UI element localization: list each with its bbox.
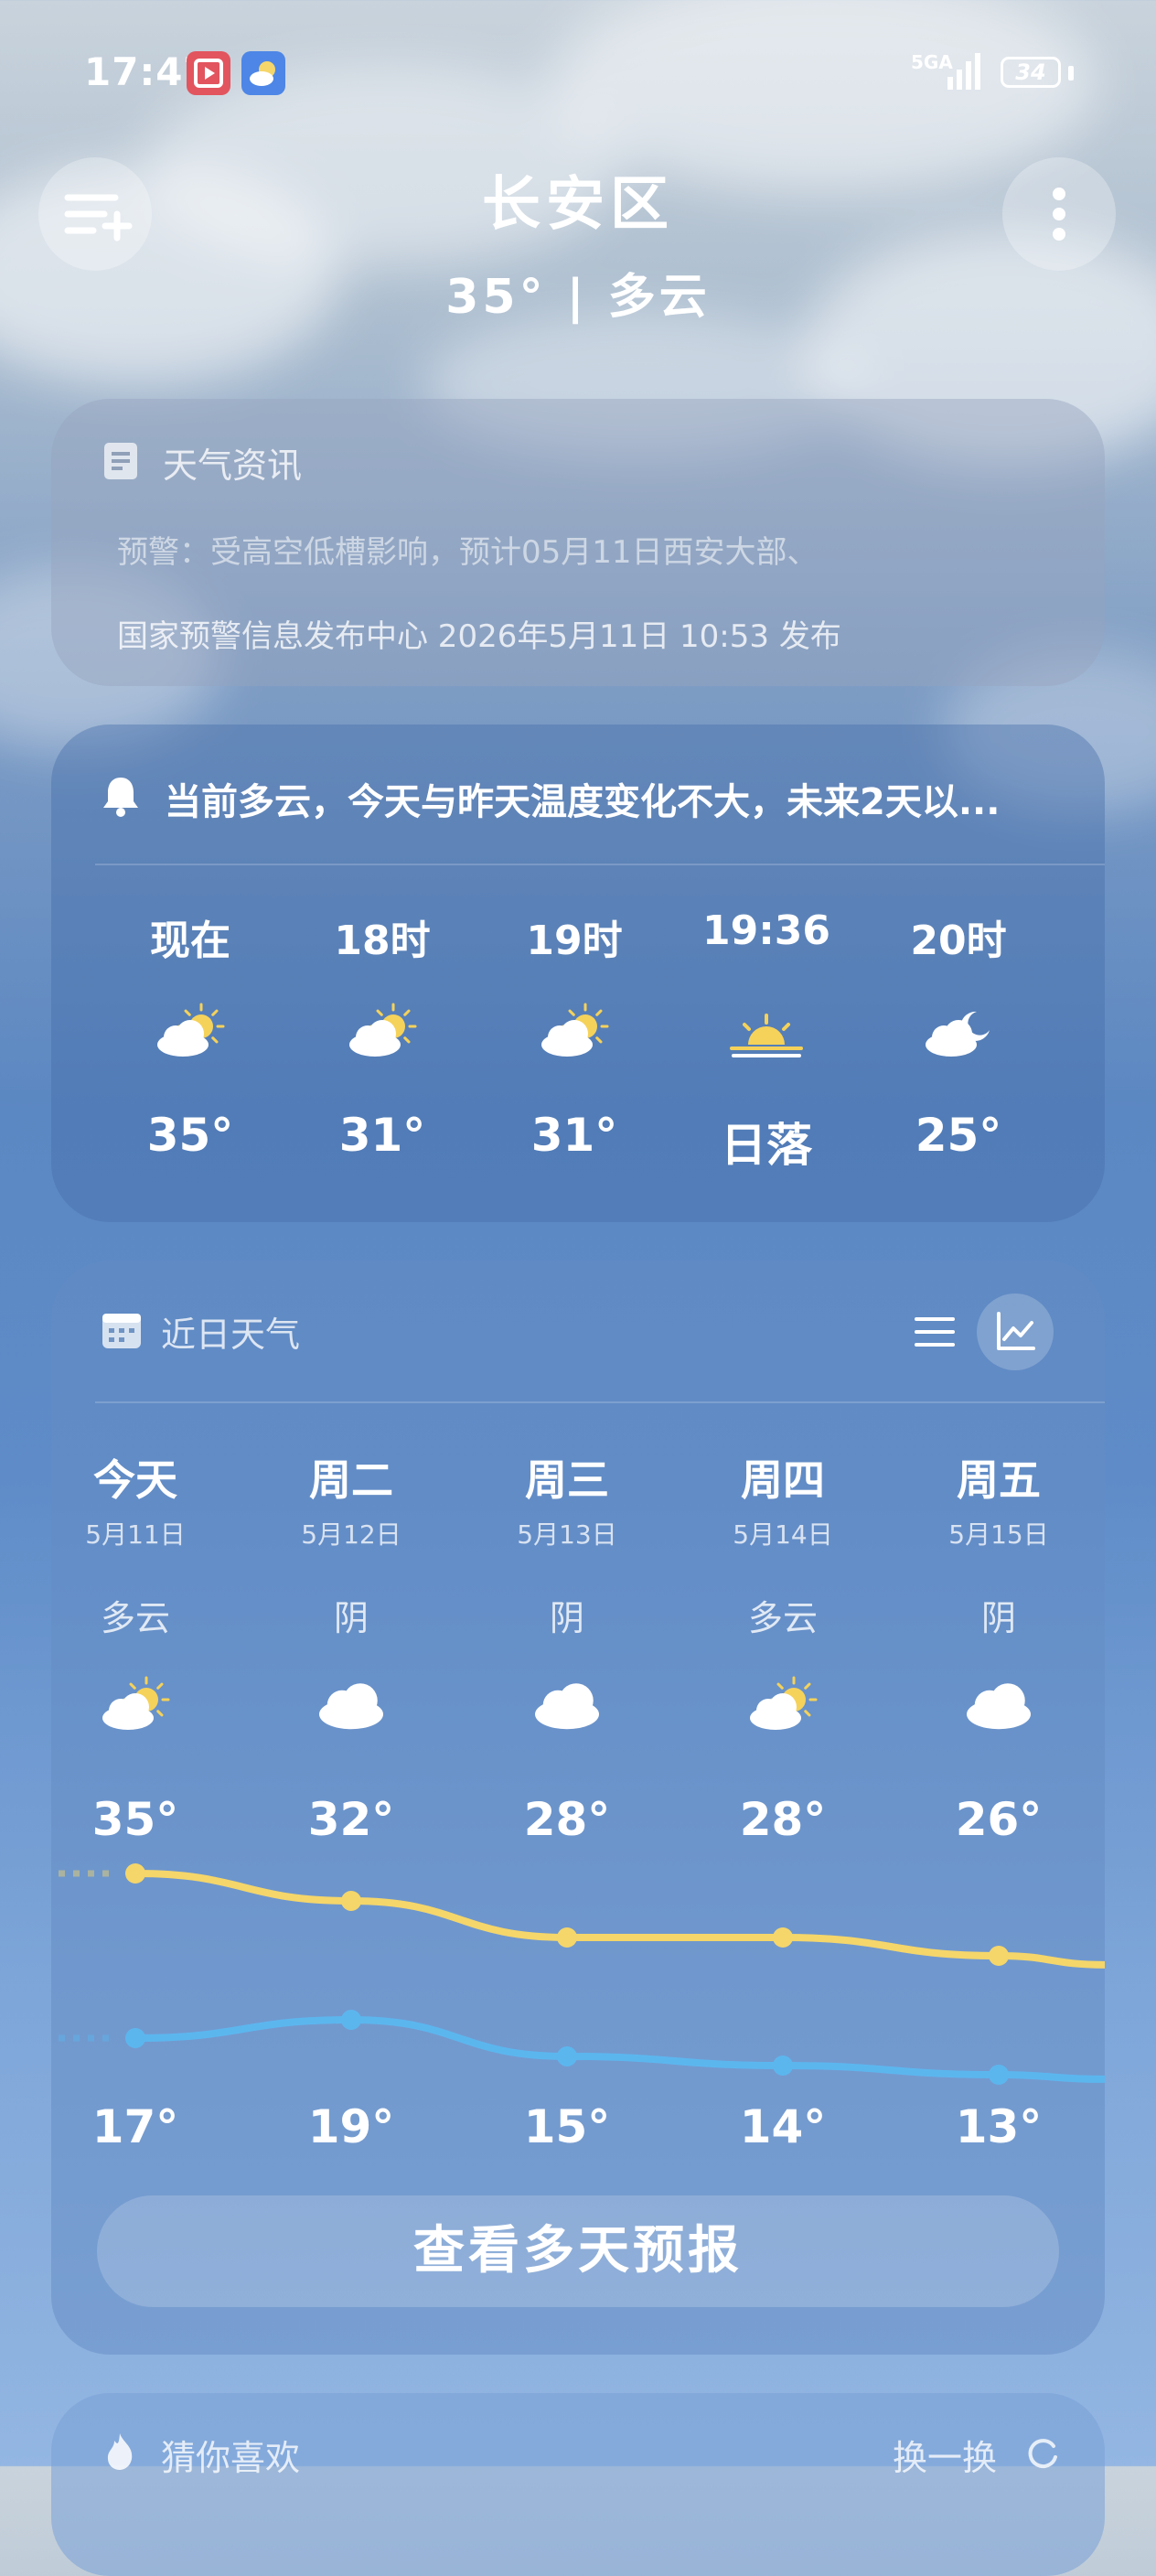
daily-forecast-card: 近日天气 今天 5月11日 多云 35° 17° 周二 5月12日阴 32° 19° 周三 5月13… [51, 1261, 1105, 2355]
daily-condition: 阴 [333, 1598, 369, 1638]
hourly-time: 19时 [526, 918, 623, 964]
document-icon [104, 443, 137, 479]
cloudy-icon [476, 1672, 658, 1755]
hourly-time: 20时 [910, 918, 1007, 964]
weather-news-card[interactable]: 天气资讯 预警：受高空低槽影响，预计05月11日西安大部、 国家预警信息发布中心… [51, 399, 1105, 686]
battery-tip [1068, 66, 1074, 80]
hourly-time: 21 [1068, 907, 1105, 954]
daily-condition: 阴 [549, 1598, 584, 1638]
partly-cloudy-day-icon [300, 999, 465, 1072]
hourly-temp: 31° [338, 1109, 426, 1162]
daily-high-temp: 32° [307, 1793, 395, 1846]
low-temp-point [125, 2028, 145, 2048]
daily-day: 周五 [957, 1455, 1041, 1505]
cloudy-icon [1068, 999, 1105, 1072]
list-view-button[interactable] [896, 1293, 973, 1370]
daily-day: 周二 [309, 1455, 393, 1505]
news-alert-text[interactable]: 预警：受高空低槽影响，预计05月11日西安大部、 [117, 527, 819, 572]
daily-condition: 多云 [747, 1598, 818, 1638]
news-title: 天气资讯 [163, 445, 303, 486]
partly-cloudy-day-icon [492, 999, 657, 1072]
low-temp-point [989, 2065, 1009, 2085]
flame-icon [107, 2433, 133, 2470]
hourly-temp: 25° [915, 1109, 1002, 1162]
video-app-icon [187, 51, 230, 95]
hourly-time: 18时 [334, 918, 431, 964]
hourly-divider [95, 864, 1105, 865]
hourly-forecast-card: 当前多云，今天与昨天温度变化不大，未来2天以... 现在 35° 18时 31° 19时… [51, 724, 1105, 1222]
view-more-forecast-button[interactable]: 查看多天预报 [97, 2195, 1059, 2307]
hourly-temp: 日落 [721, 1119, 812, 1172]
daily-high-temp: 35° [91, 1793, 179, 1846]
current-summary: 35° | 多云 [445, 270, 711, 325]
recommend-card: 猜你喜欢 换一换 [51, 2393, 1105, 2576]
high-temp-point [989, 1946, 1009, 1966]
line-chart-icon [997, 1312, 1035, 1350]
high-temp-point [773, 1927, 793, 1948]
low-temp-line [132, 2015, 1105, 2083]
chart-view-button[interactable] [977, 1293, 1054, 1370]
low-temp-point [341, 2010, 361, 2030]
daily-day: 今天 [93, 1455, 177, 1505]
daily-condition: 阴 [980, 1598, 1016, 1638]
partly-cloudy-day-icon [108, 999, 273, 1072]
daily-title: 近日天气 [161, 1315, 301, 1355]
calendar-icon [102, 1314, 141, 1348]
hourly-time: 现在 [150, 918, 230, 964]
network-indicator: 5GA [911, 53, 980, 90]
high-temp-point [557, 1927, 577, 1948]
daily-condition: 多云 [100, 1598, 170, 1638]
bell-icon [103, 778, 138, 817]
daily-date: 5月12日 [301, 1519, 401, 1550]
battery-indicator: 34 [1001, 57, 1061, 88]
signal-icon [947, 53, 980, 90]
weather-alert-summary[interactable]: 当前多云，今天与昨天温度变化不大，未来2天以... [165, 772, 1000, 825]
partly-cloudy-day-icon [51, 1672, 227, 1755]
weather-app-icon [241, 51, 285, 95]
refresh-icon[interactable] [1024, 2435, 1061, 2472]
hourly-temp: 24° [1068, 1109, 1105, 1162]
high-temp-point [341, 1891, 361, 1911]
daily-high-temp: 28° [523, 1793, 611, 1846]
cloudy-icon [260, 1672, 443, 1755]
temperature-trend-chart [59, 1863, 1105, 2085]
list-icon [915, 1317, 955, 1347]
daily-date: 5月14日 [733, 1519, 833, 1550]
low-temp-point [557, 2046, 577, 2066]
daily-day: 周四 [741, 1455, 825, 1505]
daily-divider [95, 1401, 1105, 1403]
daily-high-temp: 28° [739, 1793, 827, 1846]
high-temp-point [125, 1863, 145, 1884]
status-bar: 17:47 5GA 34 [0, 46, 1156, 101]
cloudy-icon [907, 1672, 1090, 1755]
hourly-temp: 35° [146, 1109, 234, 1162]
high-temp-line [132, 1870, 1105, 1969]
recommend-title: 猜你喜欢 [161, 2438, 301, 2478]
daily-day: 周三 [525, 1455, 609, 1505]
news-source: 国家预警信息发布中心 2026年5月11日 10:53 发布 [117, 618, 841, 655]
hourly-temp: 31° [530, 1109, 618, 1162]
sunset-icon [684, 999, 849, 1072]
low-temp-point [773, 2055, 793, 2076]
daily-date: 5月15日 [948, 1519, 1049, 1550]
daily-date: 5月13日 [517, 1519, 617, 1550]
shuffle-button[interactable]: 换一换 [893, 2430, 997, 2480]
partly-cloudy-night-icon [876, 999, 1041, 1072]
city-name[interactable]: 长安区 [0, 157, 1156, 242]
daily-date: 5月11日 [85, 1519, 186, 1550]
daily-high-temp: 26° [955, 1793, 1043, 1846]
hourly-time: 19:36 [701, 907, 831, 954]
partly-cloudy-day-icon [691, 1672, 874, 1755]
